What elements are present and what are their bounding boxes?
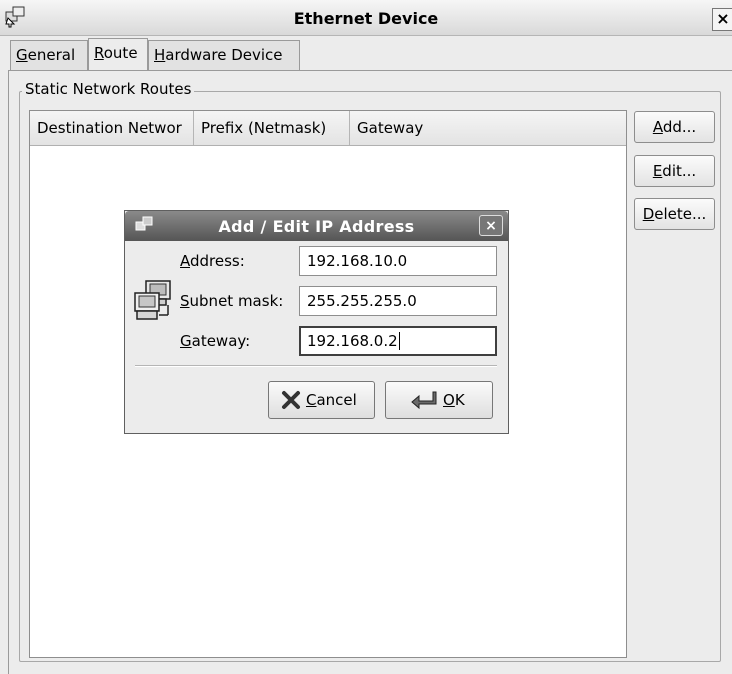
gateway-label: Gateway: xyxy=(180,332,251,350)
group-legend: Static Network Routes xyxy=(22,80,195,98)
column-header-destination[interactable]: Destination Networ xyxy=(30,111,194,145)
gateway-input[interactable]: 192.168.0.2 xyxy=(299,326,497,356)
window-close-button[interactable]: × xyxy=(712,8,732,31)
dialog-title: Add / Edit IP Address xyxy=(218,217,415,236)
dialog-titlebar: Add / Edit IP Address × xyxy=(125,211,508,241)
dialog-close-button[interactable]: × xyxy=(479,215,503,236)
window-title: Ethernet Device xyxy=(293,9,439,28)
tab-general[interactable]: General xyxy=(10,40,88,70)
add-button[interactable]: Add... xyxy=(634,111,715,143)
column-header-gateway[interactable]: Gateway xyxy=(350,111,626,145)
ok-button[interactable]: OK xyxy=(385,381,493,419)
gateway-value: 192.168.0.2 xyxy=(307,332,398,350)
subnet-mask-input[interactable]: 255.255.255.0 xyxy=(299,286,497,316)
edit-button[interactable]: Edit... xyxy=(634,155,715,187)
tab-route[interactable]: Route xyxy=(88,38,148,70)
delete-button[interactable]: Delete... xyxy=(634,198,715,230)
table-header: Destination Networ Prefix (Netmask) Gate… xyxy=(30,111,626,146)
dialog-separator xyxy=(135,365,497,367)
text-cursor xyxy=(398,332,400,350)
subnet-mask-label: Subnet mask: xyxy=(180,292,284,310)
column-header-prefix[interactable]: Prefix (Netmask) xyxy=(194,111,350,145)
cancel-button[interactable]: Cancel xyxy=(268,381,375,419)
close-icon: × xyxy=(716,9,730,28)
address-input[interactable]: 192.168.10.0 xyxy=(299,246,497,276)
network-computers-icon xyxy=(134,280,171,320)
address-label: Address: xyxy=(180,252,245,270)
ok-enter-icon xyxy=(411,391,437,410)
close-icon: × xyxy=(485,218,497,234)
tab-hardware-device[interactable]: Hardware Device xyxy=(148,40,300,70)
window-titlebar: Ethernet Device × xyxy=(0,0,732,36)
cancel-x-icon xyxy=(282,391,300,409)
add-edit-ip-dialog: Add / Edit IP Address × Address: 192.168… xyxy=(124,210,509,434)
